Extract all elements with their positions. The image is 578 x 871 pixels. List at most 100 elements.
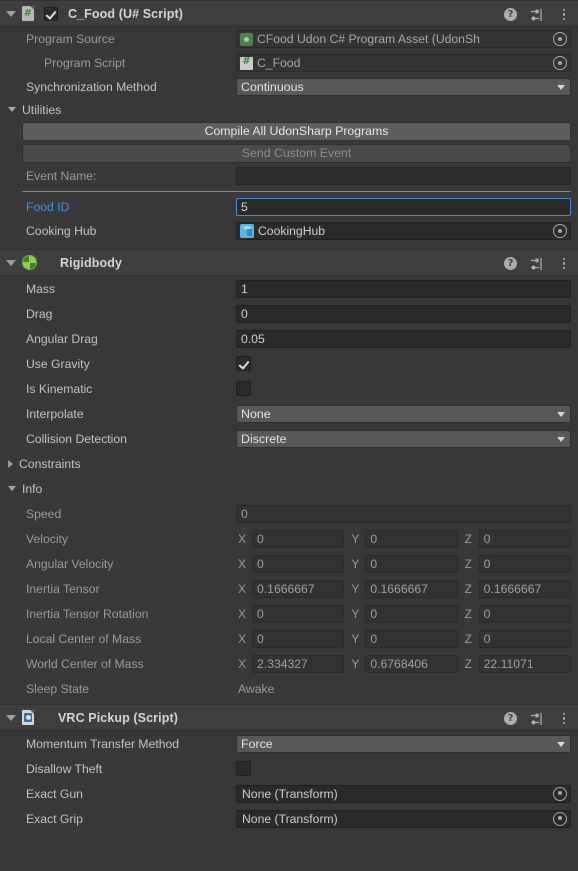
exact-gun-value: None (Transform) <box>242 786 338 801</box>
collision-detection-value: Discrete <box>241 431 287 446</box>
sleep-state-label: Sleep State <box>26 681 90 696</box>
help-icon[interactable]: ? <box>504 8 517 21</box>
chevron-down-icon <box>557 436 565 442</box>
synchronization-method-dropdown[interactable]: Continuous <box>236 78 571 96</box>
row-exact-gun: Exact Gun None (Transform) <box>0 781 578 806</box>
synchronization-method-label: Synchronization Method <box>26 80 157 94</box>
exact-gun-object-field[interactable]: None (Transform) <box>236 784 571 803</box>
cooking-hub-object-field[interactable]: CookingHub <box>236 222 571 240</box>
row-drag: Drag 0 <box>0 301 578 326</box>
exact-grip-label: Exact Grip <box>26 811 83 826</box>
foldout-vrcpickup[interactable] <box>4 711 18 725</box>
preset-icon[interactable] <box>530 712 544 726</box>
help-icon[interactable]: ? <box>504 257 517 270</box>
component-header-rigidbody[interactable]: Rigidbody ? <box>0 249 578 276</box>
momentum-transfer-method-label: Momentum Transfer Method <box>26 736 180 751</box>
foldout-udonsharp[interactable] <box>4 7 18 21</box>
info-foldout[interactable]: Info <box>4 482 236 496</box>
sleep-state-value: Awake <box>238 681 275 696</box>
row-sleep-state: Sleep State Awake <box>0 676 578 701</box>
program-asset-icon <box>240 32 253 46</box>
is-kinematic-label: Is Kinematic <box>26 381 93 396</box>
row-angular-velocity: Angular Velocity X0 Y0 Z0 <box>0 551 578 576</box>
collision-detection-dropdown[interactable]: Discrete <box>236 429 571 448</box>
help-icon[interactable]: ? <box>504 712 517 725</box>
is-kinematic-checkbox[interactable] <box>236 381 251 396</box>
rigidbody-icon <box>22 255 37 270</box>
object-picker-icon[interactable] <box>553 786 567 801</box>
compile-all-udonsharp-programs-button[interactable]: Compile All UdonSharp Programs <box>22 121 571 141</box>
chevron-down-icon <box>557 411 565 417</box>
constraints-foldout[interactable]: Constraints <box>4 457 236 471</box>
momentum-transfer-method-dropdown[interactable]: Force <box>236 734 571 753</box>
axis-label-z: Z <box>464 581 472 596</box>
row-mass: Mass 1 <box>0 276 578 301</box>
row-info[interactable]: Info <box>0 476 578 501</box>
local-center-of-mass-label: Local Center of Mass <box>26 631 142 646</box>
food-id-input[interactable]: 5 <box>236 198 571 216</box>
exact-grip-object-field[interactable]: None (Transform) <box>236 809 571 828</box>
component-header-vrcpickup[interactable]: VRC Pickup (Script) ? <box>0 704 578 731</box>
component-header-udonsharp[interactable]: # C_Food (U# Script) ? <box>0 0 578 27</box>
row-disallow-theft: Disallow Theft <box>0 756 578 781</box>
object-picker-icon[interactable] <box>553 56 567 70</box>
row-interpolate: Interpolate None <box>0 401 578 426</box>
gameobject-cube-icon <box>240 224 254 238</box>
axis-label-x: X <box>238 581 247 596</box>
program-script-label: Program Script <box>44 56 126 70</box>
menu-icon[interactable] <box>557 712 571 726</box>
chevron-down-icon <box>8 486 16 491</box>
world-center-of-mass-z-value: 22.11071 <box>478 654 571 673</box>
local-center-of-mass-y-value: 0 <box>365 629 458 648</box>
axis-label-y: Y <box>351 606 360 621</box>
mass-label: Mass <box>26 281 56 296</box>
object-picker-icon[interactable] <box>553 32 567 46</box>
axis-label-x: X <box>238 556 247 571</box>
row-cooking-hub: Cooking Hub CookingHub <box>0 219 578 243</box>
utilities-label: Utilities <box>22 102 62 117</box>
menu-icon[interactable] <box>557 257 571 271</box>
mass-input[interactable]: 1 <box>236 279 571 298</box>
row-synchronization-method: Synchronization Method Continuous <box>0 75 578 99</box>
row-compile-button: Compile All UdonSharp Programs <box>0 120 578 142</box>
section-divider <box>22 191 571 192</box>
momentum-transfer-method-value: Force <box>241 736 273 751</box>
row-constraints[interactable]: Constraints <box>0 451 578 476</box>
disallow-theft-checkbox[interactable] <box>236 761 251 776</box>
foldout-rigidbody[interactable] <box>4 256 18 270</box>
inertia-tensor-label: Inertia Tensor <box>26 581 100 596</box>
row-momentum-transfer-method: Momentum Transfer Method Force <box>0 731 578 756</box>
program-script-object-field[interactable]: C_Food <box>236 54 571 72</box>
velocity-y-value: 0 <box>365 529 458 548</box>
utilities-foldout[interactable]: Utilities <box>4 103 236 117</box>
angular-velocity-y-value: 0 <box>365 554 458 573</box>
interpolate-dropdown[interactable]: None <box>236 404 571 423</box>
angular-drag-input[interactable]: 0.05 <box>236 329 571 348</box>
event-name-input[interactable] <box>236 167 571 185</box>
program-source-object-field[interactable]: CFood Udon C# Program Asset (UdonSh <box>236 30 571 48</box>
axis-label-y: Y <box>351 531 360 546</box>
synchronization-method-value: Continuous <box>241 80 304 94</box>
inspector-panel: # C_Food (U# Script) ? Program Source CF… <box>0 0 578 871</box>
chevron-down-icon <box>8 107 16 112</box>
chevron-right-icon <box>8 459 13 468</box>
row-use-gravity: Use Gravity <box>0 351 578 376</box>
preset-icon[interactable] <box>530 8 544 22</box>
axis-label-z: Z <box>464 631 472 646</box>
inertia-tensor-rotation-z-value: 0 <box>478 604 571 623</box>
axis-label-y: Y <box>351 581 360 596</box>
send-custom-event-button[interactable]: Send Custom Event <box>22 143 571 163</box>
preset-icon[interactable] <box>530 257 544 271</box>
object-picker-icon[interactable] <box>553 224 567 238</box>
menu-icon[interactable] <box>557 8 571 22</box>
local-center-of-mass-x-value: 0 <box>252 629 345 648</box>
component-enabled-checkbox-udonsharp[interactable] <box>44 6 58 21</box>
world-center-of-mass-x-value: 2.334327 <box>252 654 345 673</box>
drag-input[interactable]: 0 <box>236 304 571 323</box>
velocity-x-value: 0 <box>252 529 345 548</box>
row-exact-grip: Exact Grip None (Transform) <box>0 806 578 831</box>
info-label: Info <box>22 481 43 496</box>
row-utilities-foldout[interactable]: Utilities <box>0 99 578 120</box>
object-picker-icon[interactable] <box>553 811 567 826</box>
use-gravity-checkbox[interactable] <box>236 356 251 371</box>
